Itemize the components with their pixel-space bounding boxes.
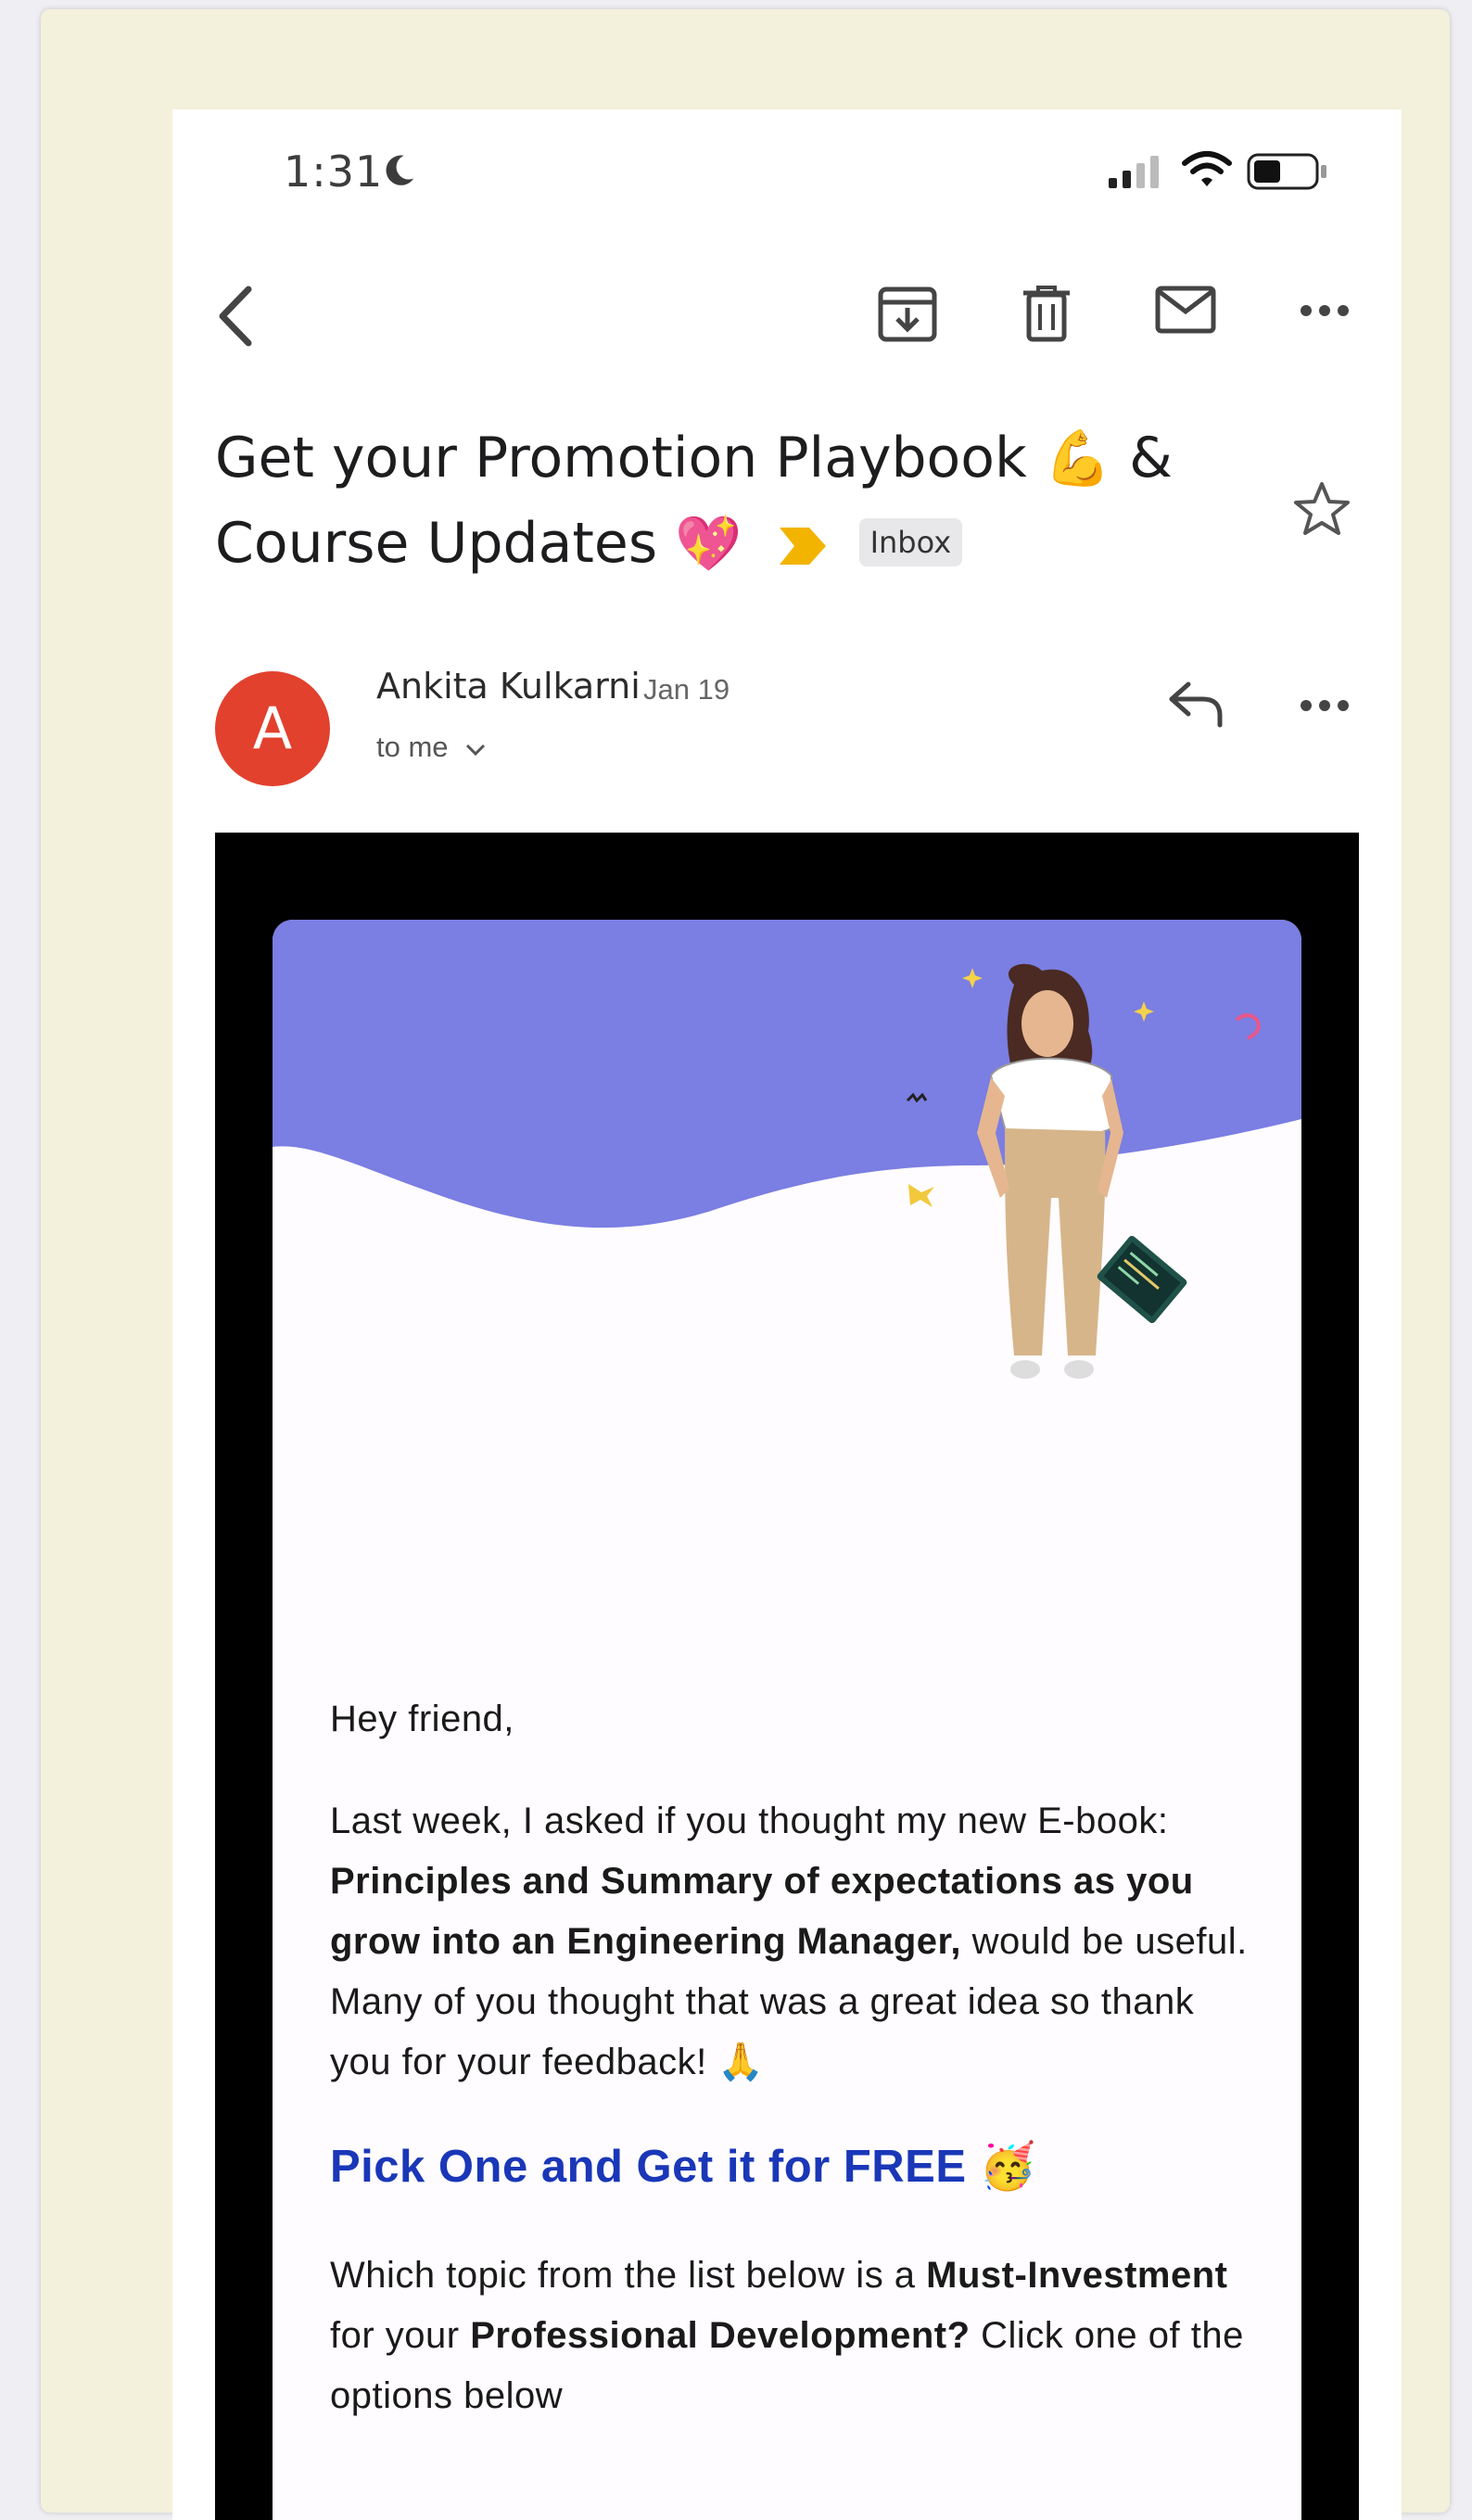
greeting: Hey friend, bbox=[330, 1699, 514, 1739]
body-paragraph-1: Last week, I asked if you thought my new… bbox=[330, 1791, 1257, 2093]
inbox-label-chip[interactable]: Inbox bbox=[858, 518, 963, 567]
email-date: Jan 19 bbox=[643, 673, 730, 706]
archive-icon[interactable] bbox=[877, 286, 938, 343]
email-body-text: Hey friend, Last week, I asked if you th… bbox=[330, 1689, 1257, 2468]
subject-ampersand: & bbox=[1129, 426, 1173, 490]
sender-avatar[interactable]: A bbox=[215, 671, 330, 786]
star-icon[interactable] bbox=[1292, 480, 1351, 538]
moon-icon bbox=[386, 155, 414, 185]
party-face-emoji: 🥳 bbox=[979, 2142, 1037, 2192]
promo-heading[interactable]: Pick One and Get it for FREE 🥳 bbox=[330, 2134, 1257, 2199]
sparkling-heart-emoji: 💖 bbox=[675, 512, 742, 575]
email-body-frame: Hey friend, Last week, I asked if you th… bbox=[215, 833, 1359, 2520]
trash-icon[interactable] bbox=[1022, 286, 1072, 343]
sender-name[interactable]: Ankita Kulkarni bbox=[376, 666, 641, 706]
more-options-icon[interactable] bbox=[1300, 304, 1350, 317]
battery-icon bbox=[1247, 153, 1326, 190]
p2-text-c: for your bbox=[330, 2315, 471, 2356]
subject-line-2: Course Updates bbox=[215, 511, 658, 576]
p2-bold-b: Must-Investment bbox=[926, 2255, 1228, 2296]
status-time: 1:31 bbox=[284, 146, 384, 197]
wifi-icon bbox=[1182, 151, 1232, 186]
cellular-signal-icon bbox=[1109, 156, 1159, 188]
hero-illustration bbox=[273, 920, 1301, 1379]
chevron-down-icon bbox=[466, 744, 486, 757]
phone-screen: 1:31 Get your Promotion Playbook 💪 & Cou… bbox=[172, 109, 1402, 2520]
email-content-card: Hey friend, Last week, I asked if you th… bbox=[273, 920, 1301, 2520]
recipient-label: to me bbox=[376, 731, 449, 763]
back-arrow-icon[interactable] bbox=[213, 284, 258, 349]
important-marker-icon[interactable] bbox=[776, 526, 828, 566]
folded-hands-emoji: 🙏 bbox=[717, 2042, 765, 2082]
mail-icon[interactable] bbox=[1155, 286, 1216, 334]
reply-icon[interactable] bbox=[1166, 679, 1225, 729]
p2-bold-d: Professional Development? bbox=[470, 2315, 971, 2356]
p1-text-a: Last week, I asked if you thought my new… bbox=[330, 1801, 1169, 1841]
subject-line-1: Get your Promotion Playbook bbox=[215, 426, 1027, 490]
paper-background: 1:31 Get your Promotion Playbook 💪 & Cou… bbox=[41, 9, 1450, 2520]
flexed-biceps-emoji: 💪 bbox=[1044, 426, 1112, 490]
p2-text-a: Which topic from the list below is a bbox=[330, 2255, 927, 2296]
promo-heading-text: Pick One and Get it for FREE bbox=[330, 2142, 967, 2192]
recipient-details-toggle[interactable]: to me bbox=[376, 731, 486, 764]
more-options-icon[interactable] bbox=[1300, 699, 1350, 712]
body-paragraph-2: Which topic from the list below is a Mus… bbox=[330, 2246, 1257, 2426]
email-subject: Get your Promotion Playbook 💪 & Course U… bbox=[215, 415, 1253, 586]
